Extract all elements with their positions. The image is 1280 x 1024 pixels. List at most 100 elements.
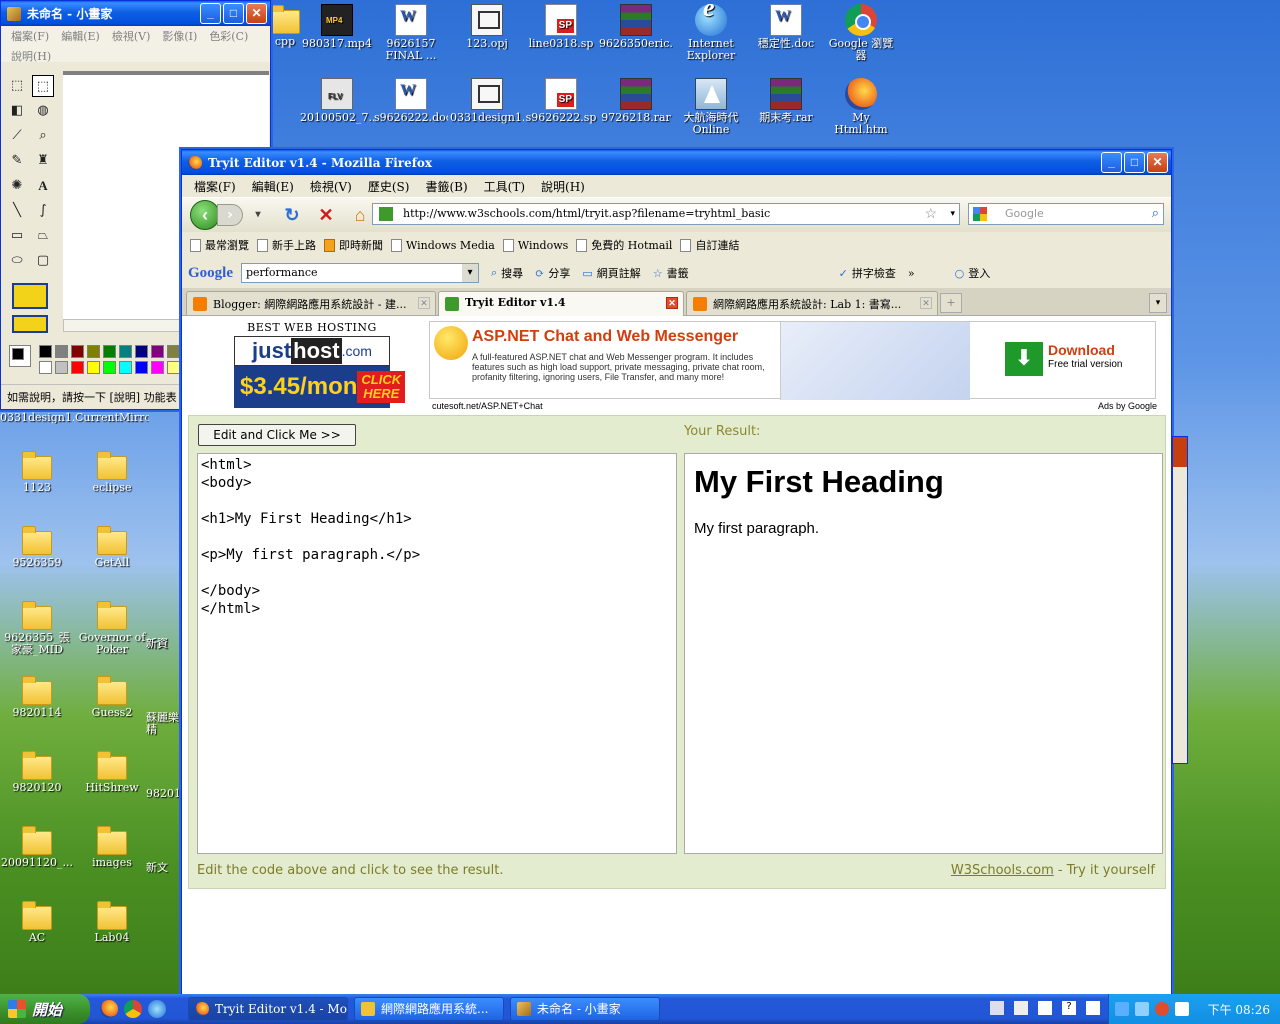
bookmark-item[interactable]: 最常瀏覽 bbox=[190, 237, 249, 253]
firefox-quicklaunch-icon[interactable] bbox=[100, 1000, 118, 1018]
desktop-icon[interactable]: 9726218.rar bbox=[599, 78, 673, 124]
tab-close-icon[interactable]: ✕ bbox=[418, 297, 430, 309]
ie-quicklaunch-icon[interactable] bbox=[148, 1000, 166, 1018]
download-link[interactable]: Download Free trial version bbox=[1048, 342, 1122, 370]
desktop-icon[interactable]: 穩定性.doc bbox=[749, 4, 823, 50]
rectangle-icon[interactable]: ▭ bbox=[6, 225, 28, 247]
desktop-icon[interactable]: 9626355_張家豪_MID bbox=[0, 600, 74, 656]
text-icon[interactable]: A bbox=[32, 175, 54, 197]
google-toolbar-item[interactable]: ⟳ 分享 bbox=[535, 265, 570, 281]
palette-swatch[interactable] bbox=[55, 345, 68, 358]
desktop-icon-label[interactable]: 98201 bbox=[146, 788, 180, 800]
google-toolbar-item[interactable]: ○ 登入 bbox=[955, 265, 991, 281]
firefox-menu-item[interactable]: 編輯(E) bbox=[244, 178, 302, 195]
firefox-menu-item[interactable]: 工具(T) bbox=[476, 178, 533, 195]
volume-icon[interactable] bbox=[1175, 1002, 1189, 1016]
task-firefox[interactable]: Tryit Editor v1.4 - Mo... bbox=[188, 997, 348, 1021]
search-box[interactable]: Google ⌕ bbox=[968, 203, 1164, 225]
firefox-menu-item[interactable]: 歷史(S) bbox=[360, 178, 418, 195]
back-button[interactable]: ‹ bbox=[190, 200, 220, 230]
firefox-menu-item[interactable]: 書籤(B) bbox=[417, 178, 475, 195]
ads-by-google[interactable]: Ads by Google bbox=[1098, 401, 1157, 411]
new-tab-button[interactable]: + bbox=[940, 293, 962, 313]
monitor-icon[interactable] bbox=[1135, 1002, 1149, 1016]
curve-icon[interactable]: ∫ bbox=[32, 200, 54, 222]
fill-option-icon[interactable] bbox=[12, 315, 48, 333]
desktop-icon[interactable]: 0331design1... bbox=[450, 78, 524, 124]
palette-swatch[interactable] bbox=[167, 361, 180, 374]
ad-title[interactable]: ASP.NET Chat and Web Messenger bbox=[472, 328, 738, 346]
desktop-icon[interactable]: 大航海時代 Online bbox=[674, 78, 748, 136]
stop-icon[interactable]: ✕ bbox=[315, 204, 337, 226]
rounded-rect-icon[interactable]: ▢ bbox=[32, 250, 54, 272]
ellipse-icon[interactable]: ⬭ bbox=[6, 250, 28, 272]
desktop-icon[interactable]: Lab04 bbox=[75, 900, 149, 944]
desktop-icon-label[interactable]: 0331design1... bbox=[0, 412, 74, 424]
tab[interactable]: Blogger: 網際網路應用系統設計 - 建... ✕ bbox=[186, 291, 436, 315]
background-close-button[interactable] bbox=[1173, 437, 1187, 467]
palette-swatch[interactable] bbox=[87, 361, 100, 374]
desktop-icon-label[interactable]: 新文 bbox=[146, 862, 180, 874]
minimize-button[interactable]: _ bbox=[200, 3, 221, 24]
paint-menu-item[interactable]: 檢視(V) bbox=[106, 26, 157, 46]
maximize-button[interactable]: □ bbox=[1124, 152, 1145, 173]
pen-icon[interactable] bbox=[1014, 1001, 1028, 1015]
reload-icon[interactable]: ↻ bbox=[281, 204, 303, 226]
palette-swatch[interactable] bbox=[119, 345, 132, 358]
desktop-icon-label[interactable]: 蘇麗樂精 bbox=[146, 712, 180, 736]
paint-menu-item[interactable]: 編輯(E) bbox=[55, 26, 106, 46]
firefox-menu-item[interactable]: 檢視(V) bbox=[302, 178, 360, 195]
edit-and-click-button[interactable]: Edit and Click Me >> bbox=[198, 424, 356, 446]
desktop-icon[interactable]: 9626350eric.... bbox=[599, 4, 673, 50]
network-icon[interactable] bbox=[1115, 1002, 1129, 1016]
google-engine-icon[interactable] bbox=[973, 207, 987, 221]
google-logo[interactable]: Google bbox=[188, 265, 233, 282]
picker-icon[interactable]: ⟋ bbox=[6, 125, 28, 147]
url-bar[interactable]: http://www.w3schools.com/html/tryit.asp?… bbox=[372, 203, 960, 225]
desktop-icon[interactable]: 980317.mp4 bbox=[300, 4, 374, 50]
forward-button[interactable]: › bbox=[217, 204, 243, 226]
google-toolbar-item[interactable]: ▭ 網頁註解 bbox=[582, 265, 640, 281]
palette-swatch[interactable] bbox=[151, 361, 164, 374]
bookmark-item[interactable]: Windows Media bbox=[391, 238, 495, 252]
asp-chat-ad[interactable]: ASP.NET Chat and Web Messenger A full-fe… bbox=[429, 321, 1156, 400]
desktop-icon-label[interactable]: CurrentMirror bbox=[75, 412, 149, 424]
desktop-icon[interactable]: 9820120 bbox=[0, 750, 74, 794]
desktop-icon[interactable]: HitShrew bbox=[75, 750, 149, 794]
google-search-input[interactable]: performance bbox=[241, 263, 479, 283]
w3schools-link[interactable]: W3Schools.com bbox=[951, 863, 1054, 878]
desktop-icon[interactable]: 20091120_... bbox=[0, 825, 74, 869]
rect-select-icon[interactable]: ⬚ bbox=[32, 75, 54, 97]
palette-swatch[interactable] bbox=[103, 345, 116, 358]
paint-menu-item[interactable]: 說明(H) bbox=[5, 46, 57, 66]
ad-click-here[interactable]: CLICK HERE bbox=[357, 371, 406, 403]
minimize-button[interactable]: _ bbox=[1101, 152, 1122, 173]
palette-swatch[interactable] bbox=[167, 345, 180, 358]
desktop-icon[interactable]: 9626157 FINAL ... bbox=[374, 4, 448, 62]
tab-list-button[interactable]: ▾ bbox=[1149, 293, 1167, 313]
palette-swatch[interactable] bbox=[39, 345, 52, 358]
palette-swatch[interactable] bbox=[87, 345, 100, 358]
download-arrow-icon[interactable]: ⬇ bbox=[1005, 342, 1043, 376]
google-toolbar-item[interactable]: ⌕ 搜尋 bbox=[491, 265, 523, 281]
firefox-menu-item[interactable]: 檔案(F) bbox=[186, 178, 244, 195]
desktop-icon[interactable]: 20100502_7... bbox=[300, 78, 374, 124]
desktop-icon[interactable]: Guess2 bbox=[75, 675, 149, 719]
url-dropdown-icon[interactable]: ▾ bbox=[950, 204, 955, 224]
palette-swatch[interactable] bbox=[39, 361, 52, 374]
start-button[interactable]: 開始 bbox=[0, 994, 90, 1024]
desktop-icon[interactable]: Internet Explorer bbox=[674, 4, 748, 62]
palette-swatch[interactable] bbox=[135, 345, 148, 358]
chrome-quicklaunch-icon[interactable] bbox=[124, 1000, 142, 1018]
desktop-icon[interactable]: eclipse bbox=[75, 450, 149, 494]
bookmark-item[interactable]: 自訂連結 bbox=[680, 237, 739, 253]
maximize-button[interactable]: □ bbox=[223, 3, 244, 24]
palette-swatch[interactable] bbox=[135, 361, 148, 374]
google-toolbar-item[interactable]: ✓ 拼字檢查 bbox=[839, 265, 896, 281]
desktop-icon[interactable]: 123.opj bbox=[450, 4, 524, 50]
eraser-icon[interactable]: ◧ bbox=[6, 100, 28, 122]
task-paint[interactable]: 未命名 - 小畫家 bbox=[510, 997, 660, 1021]
bookmark-item[interactable]: 新手上路 bbox=[257, 237, 316, 253]
search-icon[interactable]: ⌕ bbox=[1152, 204, 1159, 224]
bookmark-star-icon[interactable]: ☆ bbox=[924, 204, 937, 224]
